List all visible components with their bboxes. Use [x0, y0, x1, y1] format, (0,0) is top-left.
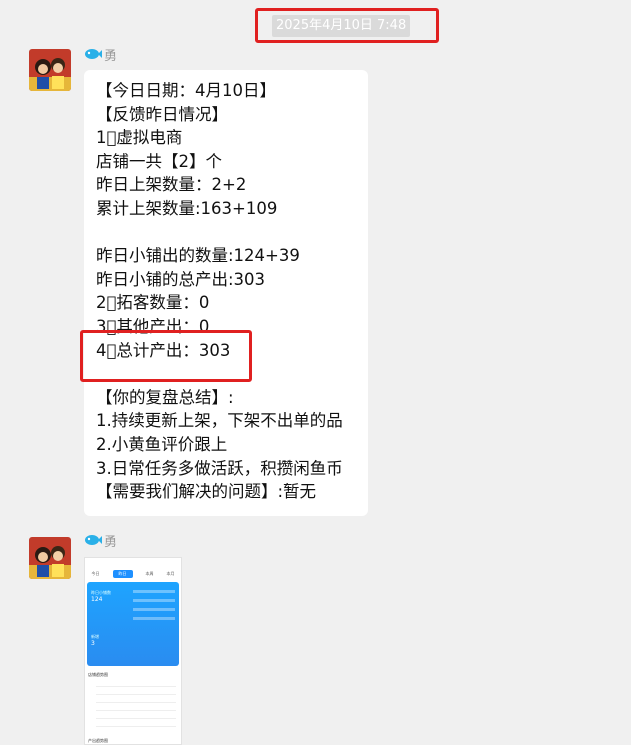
- thumbnail-tab-active: 昨日: [112, 570, 133, 578]
- message-line: 1⃣虚拟电商: [96, 128, 183, 148]
- message-line: 3⃣其他产出：0: [96, 316, 210, 336]
- thumbnail-section-title: 店铺趋势图: [88, 672, 108, 677]
- timestamp: 2025年4月10日 7:48: [272, 15, 411, 37]
- sender-avatar[interactable]: [29, 49, 71, 91]
- thumbnail-section-title: 产出趋势图: [88, 738, 108, 743]
- image-message-thumbnail[interactable]: 今日 昨日 本周 本月 昨日小铺数 124 新增 3 店铺趋势图 产出趋势图: [84, 557, 182, 745]
- message-line: 2⃣拓客数量：0: [96, 293, 210, 313]
- message-line: 【反馈昨日情况】: [96, 104, 228, 124]
- sender-avatar[interactable]: [29, 537, 71, 579]
- message-line: 累计上架数量:163+109: [96, 198, 278, 218]
- message-bubble[interactable]: 【今日日期：4月10日】 【反馈昨日情况】 1⃣虚拟电商 店铺一共【2】个 昨日…: [84, 70, 368, 516]
- sender-name-text: 勇: [104, 48, 118, 64]
- thumbnail-tab: 本周: [145, 571, 154, 576]
- sender-name-text: 勇: [104, 534, 118, 550]
- message-line: 1.持续更新上架，下架不出单的品: [96, 411, 343, 431]
- message-line: 4⃣总计产出：303: [96, 340, 231, 360]
- sender-name: 勇: [84, 531, 118, 550]
- message-line: 昨日上架数量：2+2: [96, 175, 247, 195]
- thumbnail-card-value: 124: [91, 596, 103, 603]
- thumbnail-chart: [88, 680, 178, 732]
- message-line-blank: [96, 362, 356, 386]
- thumbnail-tabs: 今日 昨日 本周 本月: [85, 568, 181, 580]
- message-line: 2.小黄鱼评价跟上: [96, 434, 228, 454]
- message-line: 昨日小铺的总产出:303: [96, 269, 266, 289]
- message-line: 【你的复盘总结】:: [96, 387, 234, 407]
- message-line: 【需要我们解决的问题】:暂无: [96, 482, 317, 502]
- sender-name: 勇: [84, 45, 118, 64]
- timestamp-highlight: 2025年4月10日 7:48: [255, 8, 439, 43]
- thumbnail-tab: 今日: [91, 571, 100, 576]
- message-line: 昨日小铺出的数量:124+39: [96, 246, 300, 266]
- message-line-blank: [96, 221, 356, 245]
- message-line: 店铺一共【2】个: [96, 151, 222, 171]
- thumbnail-card-rows: [133, 590, 175, 626]
- thumbnail-status-bar: [85, 558, 181, 568]
- fish-icon: [84, 47, 102, 61]
- message-line: 3.日常任务多做活跃，积攒闲鱼币: [96, 458, 343, 478]
- fish-icon: [84, 533, 102, 547]
- thumbnail-tab: 本月: [166, 571, 175, 576]
- thumbnail-card-value: 3: [91, 640, 95, 647]
- message-line: 【今日日期：4月10日】: [96, 81, 276, 100]
- thumbnail-stats-card: 昨日小铺数 124 新增 3: [87, 582, 179, 666]
